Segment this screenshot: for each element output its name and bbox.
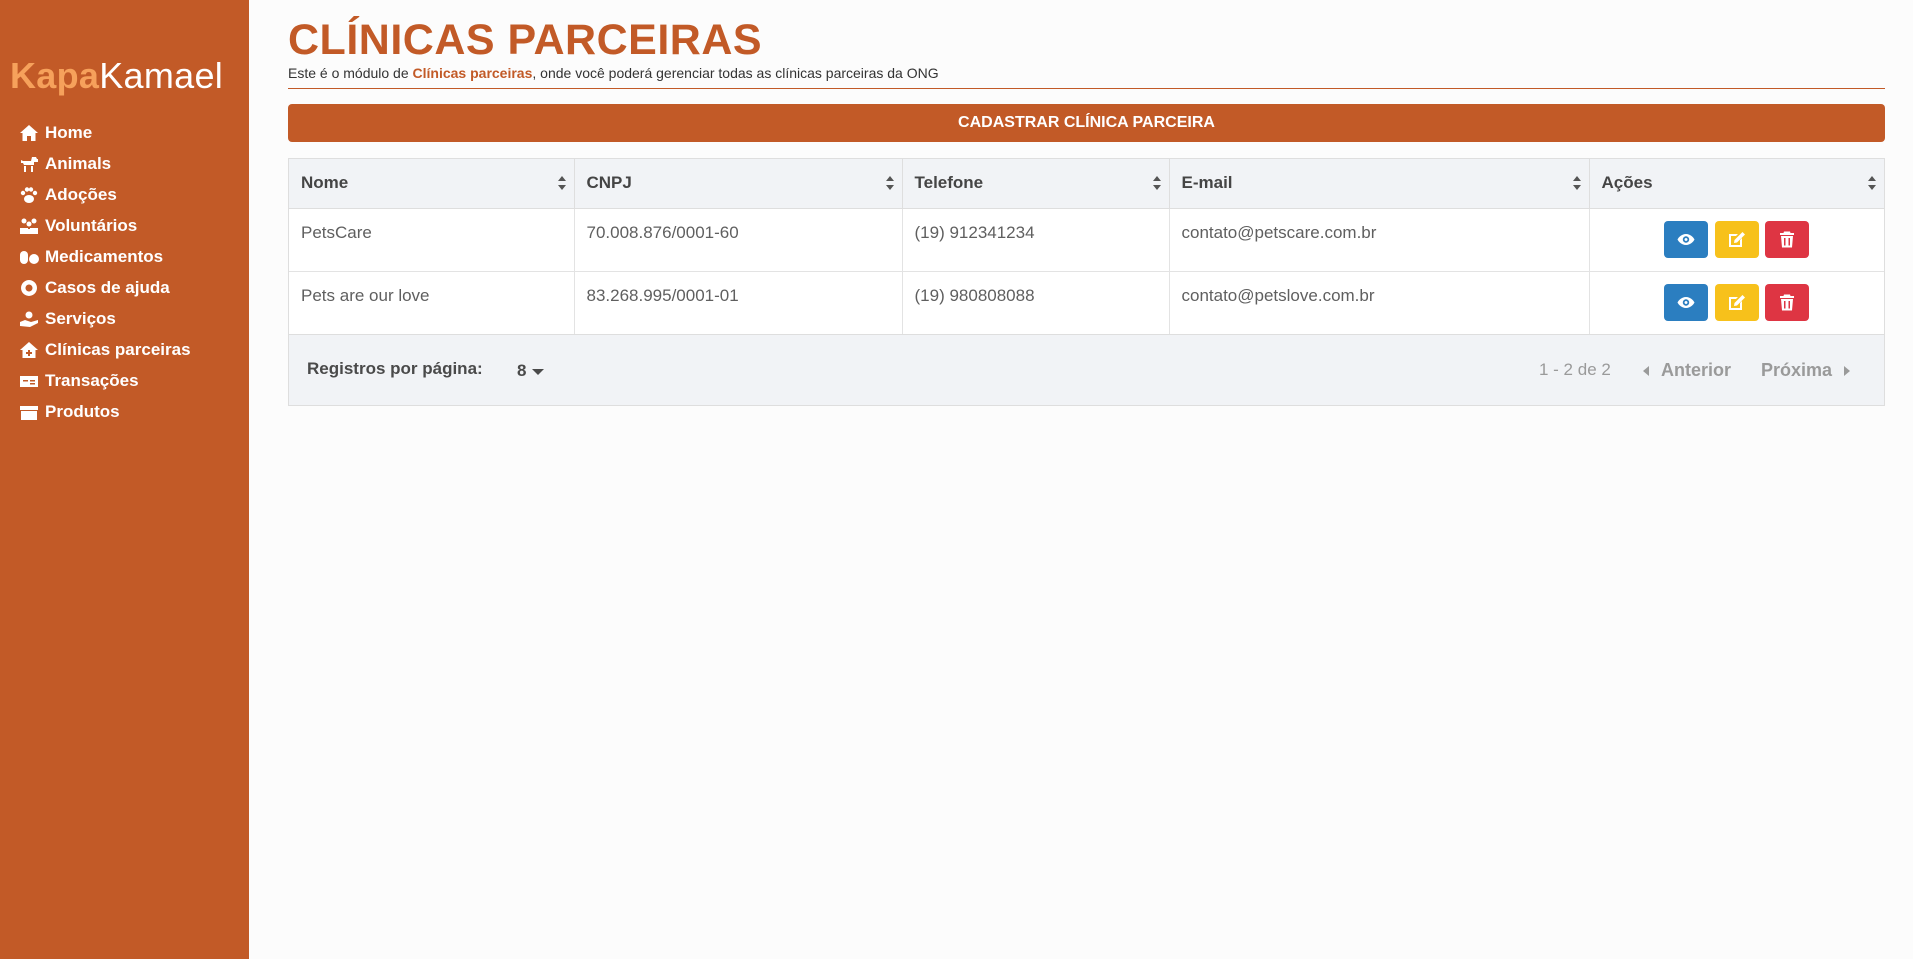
table-row: Pets are our love 83.268.995/0001-01 (19… <box>289 271 1884 335</box>
trash-icon <box>1780 231 1795 247</box>
column-header-label: E-mail <box>1181 173 1233 193</box>
paw-icon <box>19 185 45 205</box>
page-subtitle: Este é o módulo de Clínicas parceiras, o… <box>288 64 939 82</box>
clinic-icon <box>19 340 45 360</box>
subtitle-module-name: Clínicas parceiras <box>412 65 533 81</box>
people-icon <box>19 216 45 236</box>
edit-button[interactable] <box>1714 220 1759 258</box>
delete-button[interactable] <box>1765 220 1810 258</box>
column-header-telefone[interactable]: Telefone <box>902 159 1170 209</box>
column-header-nome[interactable]: Nome <box>289 159 575 209</box>
pagination-range: 1 - 2 de 2 <box>1539 360 1611 379</box>
sidebar-item-produtos[interactable]: Produtos <box>0 396 249 427</box>
sidebar-item-animals[interactable]: Animals <box>0 148 249 179</box>
sidebar-item-label: Transações <box>45 370 139 390</box>
sidebar-item-label: Adoções <box>45 184 117 204</box>
column-header-cnpj[interactable]: CNPJ <box>574 159 903 209</box>
sidebar-item-label: Home <box>45 122 93 142</box>
edit-icon <box>1728 231 1745 247</box>
trash-icon <box>1780 294 1795 310</box>
previous-page-button[interactable]: Anterior <box>1643 360 1731 381</box>
column-header-acoes[interactable]: Ações <box>1589 159 1884 209</box>
edit-button[interactable] <box>1714 283 1759 321</box>
previous-page-label: Anterior <box>1661 360 1732 380</box>
column-header-label: Nome <box>301 173 349 193</box>
brand-logo-part1: Kapa <box>10 55 100 96</box>
table-header-row: Nome CNPJ Telefone E-mail Ações <box>289 159 1884 209</box>
view-button[interactable] <box>1664 283 1709 321</box>
cell-email: contato@petslove.com.br <box>1169 271 1590 335</box>
column-header-label: Ações <box>1601 173 1653 193</box>
hand-holding-icon <box>19 309 45 329</box>
next-page-button[interactable]: Próxima <box>1761 360 1851 381</box>
rows-per-page-select[interactable]: 8 <box>517 361 545 381</box>
sidebar-item-label: Medicamentos <box>45 246 164 266</box>
sidebar-item-servicos[interactable]: Serviços <box>0 303 249 334</box>
sidebar-item-clinicas-parceiras[interactable]: Clínicas parceiras <box>0 334 249 365</box>
register-clinic-button[interactable]: CADASTRAR CLÍNICA PARCEIRA <box>288 104 1885 142</box>
sidebar-item-medicamentos[interactable]: Medicamentos <box>0 241 249 272</box>
clinics-table-container: Nome CNPJ Telefone E-mail Ações PetsCare… <box>288 158 1885 406</box>
sidebar: KapaKamael Home Animals Adoções Voluntár… <box>0 0 249 959</box>
sidebar-item-transacoes[interactable]: Transações <box>0 365 249 396</box>
caret-down-icon <box>532 368 545 375</box>
cell-acoes <box>1589 271 1884 335</box>
cell-nome: PetsCare <box>289 208 575 272</box>
cell-cnpj: 70.008.876/0001-60 <box>574 208 903 272</box>
home-icon <box>19 123 45 143</box>
column-header-label: Telefone <box>914 173 984 193</box>
cell-cnpj: 83.268.995/0001-01 <box>574 271 903 335</box>
cell-telefone: (19) 912341234 <box>902 208 1170 272</box>
table-footer: Registros por página: 8 1 - 2 de 2 Anter… <box>289 334 1884 405</box>
delete-button[interactable] <box>1765 283 1810 321</box>
clinics-table: Nome CNPJ Telefone E-mail Ações PetsCare… <box>289 159 1884 335</box>
subtitle-text-start: Este é o módulo de <box>288 65 413 81</box>
caret-left-icon <box>1643 366 1649 377</box>
sidebar-item-label: Casos de ajuda <box>45 277 170 297</box>
money-bill-icon <box>19 371 45 391</box>
sidebar-item-label: Serviços <box>45 308 116 328</box>
cell-nome: Pets are our love <box>289 271 575 335</box>
box-icon <box>19 402 45 422</box>
column-header-email[interactable]: E-mail <box>1169 159 1590 209</box>
brand-logo-part2: Kamael <box>99 55 224 96</box>
table-row: PetsCare 70.008.876/0001-60 (19) 9123412… <box>289 208 1884 272</box>
cell-email: contato@petscare.com.br <box>1169 208 1590 272</box>
sort-icon[interactable] <box>885 176 894 190</box>
sidebar-nav: Home Animals Adoções Voluntários Medicam… <box>0 117 249 427</box>
column-header-label: CNPJ <box>586 173 632 193</box>
eye-icon <box>1677 296 1695 308</box>
view-button[interactable] <box>1664 220 1709 258</box>
sort-icon[interactable] <box>1572 176 1581 190</box>
life-ring-icon <box>19 278 45 298</box>
page-title: CLÍNICAS PARCEIRAS <box>288 16 763 64</box>
eye-icon <box>1677 233 1695 245</box>
sort-icon[interactable] <box>557 176 566 190</box>
sidebar-item-voluntarios[interactable]: Voluntários <box>0 210 249 241</box>
sidebar-item-label: Animals <box>45 153 112 173</box>
subtitle-text-end: , onde você poderá gerenciar todas as cl… <box>532 65 939 81</box>
sidebar-item-home[interactable]: Home <box>0 117 249 148</box>
brand-logo[interactable]: KapaKamael <box>10 54 223 98</box>
cell-acoes <box>1589 208 1884 272</box>
sidebar-item-adocoes[interactable]: Adoções <box>0 179 249 210</box>
sidebar-item-label: Clínicas parceiras <box>45 339 191 359</box>
sort-icon[interactable] <box>1152 176 1161 190</box>
caret-right-icon <box>1844 366 1851 377</box>
sidebar-item-label: Produtos <box>45 401 120 421</box>
sidebar-item-casos-de-ajuda[interactable]: Casos de ajuda <box>0 272 249 303</box>
next-page-label: Próxima <box>1761 360 1833 380</box>
pills-icon <box>19 247 45 267</box>
edit-icon <box>1728 294 1745 310</box>
dog-icon <box>19 154 45 174</box>
rows-per-page-value: 8 <box>517 361 527 380</box>
cell-telefone: (19) 980808088 <box>902 271 1170 335</box>
sort-icon[interactable] <box>1868 176 1876 190</box>
rows-per-page-label: Registros por página: <box>307 359 483 378</box>
sidebar-item-label: Voluntários <box>45 215 138 235</box>
title-divider <box>288 88 1885 89</box>
